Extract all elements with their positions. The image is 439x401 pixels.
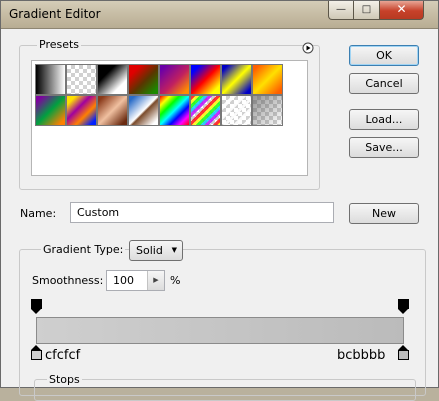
right-color-label: bcbbbb bbox=[337, 348, 386, 363]
name-label: Name: bbox=[20, 207, 57, 220]
preset-swatch-neutral-density[interactable] bbox=[252, 95, 283, 126]
load-button[interactable]: Load... bbox=[349, 109, 419, 130]
preset-swatch-black-white[interactable] bbox=[97, 64, 128, 95]
color-stop-right[interactable] bbox=[398, 345, 409, 360]
smoothness-stepper[interactable]: 100 ▶ bbox=[106, 270, 165, 291]
smoothness-value: 100 bbox=[113, 274, 134, 287]
smoothness-unit: % bbox=[170, 274, 181, 287]
stops-label: Stops bbox=[47, 373, 82, 386]
left-color-label: cfcfcf bbox=[45, 348, 81, 363]
preset-swatch-foreground-to-background[interactable] bbox=[35, 64, 66, 95]
preset-swatch-yellow-violet-orange-blue[interactable] bbox=[66, 95, 97, 126]
preset-swatch-blue-yellow-blue[interactable] bbox=[221, 64, 252, 95]
preset-swatch-grid bbox=[31, 60, 308, 176]
chevron-down-icon: ▼ bbox=[171, 246, 177, 254]
stops-group bbox=[34, 379, 416, 401]
color-stop-left[interactable] bbox=[31, 345, 42, 360]
preset-swatch-transparent-rainbow[interactable] bbox=[190, 95, 221, 126]
gradient-editor-window: Gradient Editor — □ ✕ Presets OK Cancel … bbox=[0, 0, 439, 401]
window-title: Gradient Editor bbox=[9, 7, 101, 21]
preset-swatch-copper[interactable] bbox=[97, 95, 128, 126]
gradient-type-label: Gradient Type: bbox=[41, 243, 126, 256]
preset-swatch-blue-red-yellow[interactable] bbox=[190, 64, 221, 95]
gradient-preview-bar[interactable] bbox=[36, 317, 404, 344]
close-button[interactable]: ✕ bbox=[380, 1, 424, 20]
presets-menu-icon[interactable] bbox=[302, 42, 314, 54]
preset-swatch-foreground-to-transparent[interactable] bbox=[66, 64, 97, 95]
maximize-button[interactable]: □ bbox=[354, 1, 380, 20]
preset-swatch-red-green[interactable] bbox=[128, 64, 159, 95]
gradient-type-value: Solid bbox=[136, 244, 163, 257]
gradient-type-dropdown[interactable]: Solid ▼ bbox=[129, 240, 183, 261]
new-button[interactable]: New bbox=[349, 203, 419, 224]
smoothness-label: Smoothness: bbox=[32, 274, 104, 287]
ok-button[interactable]: OK bbox=[349, 45, 419, 66]
save-button[interactable]: Save... bbox=[349, 137, 419, 158]
preset-swatch-violet-green-orange[interactable] bbox=[35, 95, 66, 126]
title-bar[interactable]: Gradient Editor — □ ✕ bbox=[1, 1, 438, 29]
opacity-stop-left[interactable] bbox=[31, 299, 42, 314]
preset-swatch-chrome[interactable] bbox=[128, 95, 159, 126]
presets-label: Presets bbox=[37, 38, 82, 51]
preset-swatch-transparent-stripes[interactable] bbox=[221, 95, 252, 126]
preset-swatch-orange-yellow-orange[interactable] bbox=[252, 64, 283, 95]
opacity-stop-right[interactable] bbox=[398, 299, 409, 314]
minimize-button[interactable]: — bbox=[328, 1, 354, 20]
preset-swatch-spectrum[interactable] bbox=[159, 95, 190, 126]
cancel-button[interactable]: Cancel bbox=[349, 73, 419, 94]
stepper-arrow-icon[interactable]: ▶ bbox=[147, 271, 164, 290]
name-input[interactable]: Custom bbox=[70, 202, 334, 223]
preset-swatch-violet-orange[interactable] bbox=[159, 64, 190, 95]
